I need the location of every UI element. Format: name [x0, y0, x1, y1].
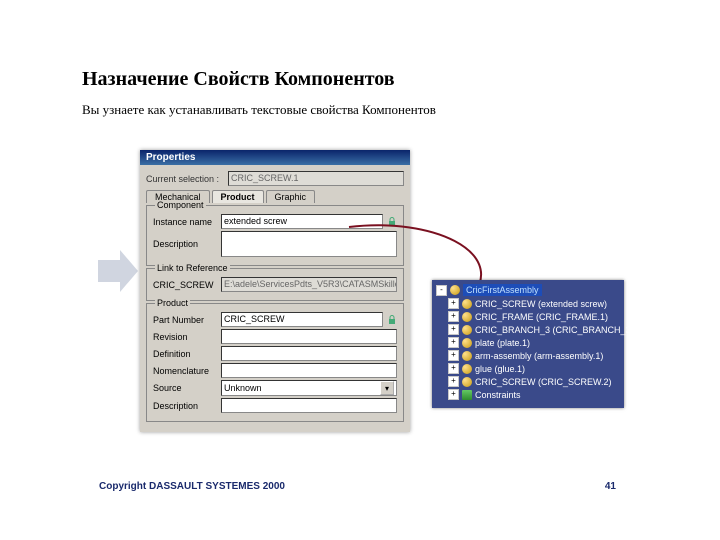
part-icon: [462, 312, 472, 322]
expand-icon[interactable]: +: [448, 298, 459, 309]
part-icon: [462, 299, 472, 309]
tree-item-label: CRIC_SCREW (extended screw): [475, 299, 607, 309]
tree-item-label: CRIC_FRAME (CRIC_FRAME.1): [475, 312, 608, 322]
tree-item-label: glue (glue.1): [475, 364, 525, 374]
link-ref-field: E:\adele\ServicesPdts_V5R3\CATASMSkillet…: [221, 277, 397, 292]
tree-item[interactable]: + CRIC_SCREW (extended screw): [448, 298, 620, 309]
assembly-icon: [450, 285, 460, 295]
expand-icon[interactable]: +: [448, 350, 459, 361]
dialog-titlebar: Properties: [140, 150, 410, 165]
nomenclature-label: Nomenclature: [153, 366, 217, 376]
tree-item[interactable]: + CRIC_BRANCH_3 (CRIC_BRANCH_3.1): [448, 324, 620, 335]
part-number-label: Part Number: [153, 315, 217, 325]
source-label: Source: [153, 383, 217, 393]
chevron-down-icon[interactable]: ▾: [380, 381, 394, 395]
part-icon: [462, 338, 472, 348]
part-icon: [462, 377, 472, 387]
tree-item-label: Constraints: [475, 390, 521, 400]
source-select[interactable]: Unknown ▾: [221, 380, 397, 396]
page-number: 41: [605, 481, 616, 492]
part-icon: [462, 364, 472, 374]
link-ref-label: CRIC_SCREW: [153, 280, 217, 290]
tree-root[interactable]: CricFirstAssembly: [463, 284, 542, 296]
part-icon: [462, 351, 472, 361]
expand-icon[interactable]: +: [448, 324, 459, 335]
constraints-icon: [462, 390, 472, 400]
copyright: Copyright DASSAULT SYSTEMES 2000: [99, 481, 285, 492]
link-frame: Link to Reference CRIC_SCREW E:\adele\Se…: [146, 268, 404, 301]
tree-item-label: CRIC_BRANCH_3 (CRIC_BRANCH_3.1): [475, 325, 641, 335]
description-field[interactable]: [221, 231, 397, 257]
description-label: Description: [153, 239, 217, 249]
tree-item-constraints[interactable]: + Constraints: [448, 389, 620, 400]
nomenclature-field[interactable]: [221, 363, 397, 378]
properties-dialog: Properties Current selection : CRIC_SCRE…: [140, 150, 410, 432]
definition-field[interactable]: [221, 346, 397, 361]
tree-item[interactable]: + CRIC_FRAME (CRIC_FRAME.1): [448, 311, 620, 322]
product-frame: Product Part Number CRIC_SCREW Revision …: [146, 303, 404, 422]
description2-field[interactable]: [221, 398, 397, 413]
expand-icon[interactable]: +: [448, 363, 459, 374]
tree-item[interactable]: + glue (glue.1): [448, 363, 620, 374]
description2-label: Description: [153, 401, 217, 411]
slide-title: Назначение Свойств Компонентов: [82, 68, 395, 91]
tree-item-label: plate (plate.1): [475, 338, 530, 348]
current-selection-field[interactable]: CRIC_SCREW.1: [228, 171, 404, 186]
expand-icon[interactable]: +: [448, 389, 459, 400]
tree-item-label: CRIC_SCREW (CRIC_SCREW.2): [475, 377, 612, 387]
tab-graphic[interactable]: Graphic: [266, 190, 316, 203]
tree-item[interactable]: + arm-assembly (arm-assembly.1): [448, 350, 620, 361]
expand-icon[interactable]: +: [448, 337, 459, 348]
current-selection-label: Current selection :: [146, 174, 224, 184]
instance-name-label: Instance name: [153, 217, 217, 227]
lock-icon: [387, 315, 397, 325]
lock-icon: [387, 217, 397, 227]
part-number-field[interactable]: CRIC_SCREW: [221, 312, 383, 327]
link-frame-label: Link to Reference: [155, 263, 230, 273]
part-icon: [462, 325, 472, 335]
component-frame-label: Component: [155, 200, 206, 210]
product-frame-label: Product: [155, 298, 190, 308]
definition-label: Definition: [153, 349, 217, 359]
revision-label: Revision: [153, 332, 217, 342]
slide-subtitle: Вы узнаете как устанавливать текстовые с…: [82, 102, 436, 118]
tree-item-label: arm-assembly (arm-assembly.1): [475, 351, 603, 361]
tree-item[interactable]: + plate (plate.1): [448, 337, 620, 348]
expand-icon[interactable]: +: [448, 376, 459, 387]
step-arrow-icon: [98, 250, 138, 292]
spec-tree: - CricFirstAssembly + CRIC_SCREW (extend…: [432, 280, 624, 408]
expand-icon[interactable]: +: [448, 311, 459, 322]
revision-field[interactable]: [221, 329, 397, 344]
tree-item[interactable]: + CRIC_SCREW (CRIC_SCREW.2): [448, 376, 620, 387]
component-frame: Component Instance name extended screw D…: [146, 205, 404, 266]
tab-product[interactable]: Product: [212, 190, 264, 203]
source-value: Unknown: [224, 383, 262, 393]
instance-name-field[interactable]: extended screw: [221, 214, 383, 229]
expand-icon[interactable]: -: [436, 285, 447, 296]
